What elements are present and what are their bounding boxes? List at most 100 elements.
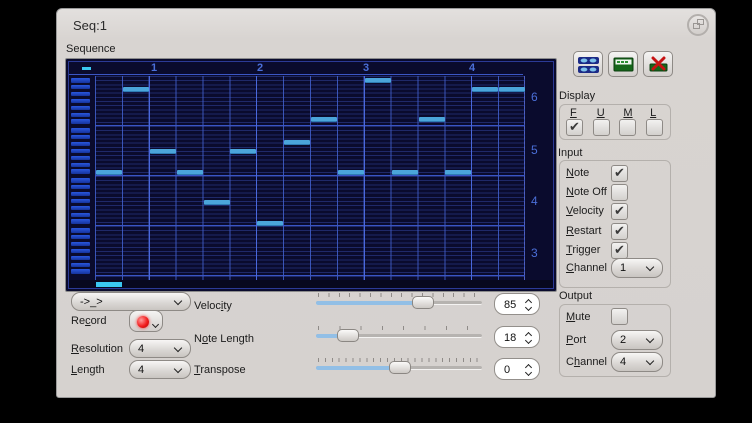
velocity-spin-value: 85 <box>504 299 516 311</box>
input-option-checkbox[interactable]: ✔ <box>611 165 628 182</box>
resolution-value: 4 <box>138 343 144 355</box>
sequence-note[interactable] <box>177 170 203 175</box>
piano-key <box>71 235 90 240</box>
sequence-note[interactable] <box>499 87 525 92</box>
float-window-button[interactable] <box>687 14 709 36</box>
transpose-slider-handle[interactable] <box>389 361 411 374</box>
wave-mode-combo[interactable]: ->_> <box>71 292 191 311</box>
note-length-spin-value: 18 <box>504 332 516 344</box>
sequence-note[interactable] <box>338 170 364 175</box>
spin-down-icon[interactable] <box>525 304 532 311</box>
velocity-spinbox[interactable]: 85 <box>494 293 540 315</box>
input-channel-value: 1 <box>620 262 626 274</box>
resolution-label: Resolution <box>71 343 123 355</box>
record-led-icon <box>137 316 149 328</box>
piano-key <box>71 169 90 174</box>
piano-key <box>71 85 90 90</box>
resolution-combo[interactable]: 4 <box>129 339 191 358</box>
sequence-note[interactable] <box>445 170 471 175</box>
sequence-note[interactable] <box>123 87 149 92</box>
note-length-slider[interactable] <box>316 334 482 338</box>
transpose-slider[interactable] <box>316 366 482 370</box>
restore-icon <box>697 19 704 25</box>
record-button[interactable] <box>129 310 163 332</box>
port-label: Port <box>566 334 586 346</box>
input-option-checkbox[interactable]: ✔ <box>611 223 628 240</box>
input-option-checkbox[interactable] <box>611 184 628 201</box>
note-length-spinbox[interactable]: 18 <box>494 326 540 348</box>
piano-key <box>71 128 90 133</box>
chevron-down-icon <box>174 365 182 373</box>
checkmark-icon: ✔ <box>614 165 625 181</box>
ruler-beat-number: 1 <box>151 62 157 74</box>
velocity-slider-handle[interactable] <box>412 296 434 309</box>
piano-key <box>71 92 90 97</box>
sequence-note[interactable] <box>392 170 418 175</box>
ruler-beat-number: 4 <box>469 62 475 74</box>
display-option-label: M <box>623 107 632 119</box>
display-option-label: L <box>650 107 656 119</box>
velocity-label: Velocity <box>194 300 232 312</box>
display-option-label: F <box>570 107 577 119</box>
octave-label: 4 <box>531 194 538 208</box>
velocity-slider[interactable] <box>316 301 482 305</box>
length-label: Length <box>71 364 105 376</box>
piano-key <box>71 78 90 83</box>
display-option-checkbox[interactable] <box>619 119 636 136</box>
display-option-checkbox[interactable]: ✔ <box>566 119 583 136</box>
piano-key <box>71 113 90 118</box>
keyboard-strip <box>69 76 93 280</box>
sequence-note[interactable] <box>472 87 498 92</box>
display-option-checkbox[interactable] <box>593 119 610 136</box>
sequence-note[interactable] <box>204 200 230 205</box>
output-port-combo[interactable]: 2 <box>611 330 663 350</box>
playback-cursor <box>96 282 122 287</box>
delete-x-icon <box>648 56 670 74</box>
checkmark-icon: ✔ <box>614 242 625 258</box>
input-option-label: Restart <box>566 225 601 237</box>
sequence-note[interactable] <box>257 221 283 226</box>
octave-label: 3 <box>531 246 538 260</box>
piano-key <box>71 185 90 190</box>
sequence-display[interactable]: 1234 6543 <box>65 58 557 292</box>
sequence-display-inner: 1234 6543 <box>69 62 553 288</box>
beat-line <box>149 76 150 280</box>
duplicate-sequence-button[interactable] <box>573 51 603 77</box>
piano-key <box>71 149 90 154</box>
input-option-checkbox[interactable]: ✔ <box>611 242 628 259</box>
transpose-label: Transpose <box>194 364 246 376</box>
sequence-note[interactable] <box>96 170 122 175</box>
sequence-note[interactable] <box>365 78 391 83</box>
spin-down-icon[interactable] <box>525 369 532 376</box>
input-option-label: Velocity <box>566 205 604 217</box>
note-grid[interactable] <box>95 76 525 280</box>
mute-checkbox[interactable] <box>611 308 628 325</box>
sequence-note[interactable] <box>311 117 337 122</box>
title-bar[interactable]: Seq:1 <box>57 9 715 39</box>
sequence-note[interactable] <box>284 140 310 145</box>
sequence-section-label: Sequence <box>66 43 116 55</box>
mute-label: Mute <box>566 311 590 323</box>
sequence-note[interactable] <box>150 149 176 154</box>
length-combo[interactable]: 4 <box>129 360 191 379</box>
record-label: Record <box>71 315 106 327</box>
input-channel-combo[interactable]: 1 <box>611 258 663 278</box>
note-length-slider-handle[interactable] <box>337 329 359 342</box>
display-option-checkbox[interactable] <box>646 119 663 136</box>
rename-sequence-button[interactable] <box>608 51 638 77</box>
transpose-spinbox[interactable]: 0 <box>494 358 540 380</box>
loop-marker <box>82 67 91 70</box>
sequence-note[interactable] <box>230 149 256 154</box>
output-channel-combo[interactable]: 4 <box>611 352 663 372</box>
piano-key <box>71 242 90 247</box>
input-option-checkbox[interactable]: ✔ <box>611 203 628 220</box>
sequence-note[interactable] <box>419 117 445 122</box>
output-channel-label: Channel <box>566 356 607 368</box>
cursor-strip <box>69 280 553 288</box>
piano-key <box>71 106 90 111</box>
spin-down-icon[interactable] <box>525 337 532 344</box>
chevron-down-icon <box>174 344 182 352</box>
seq-module-window: Seq:1 Sequence 1234 6543 ->_ <box>56 8 716 398</box>
piano-key <box>71 269 90 274</box>
delete-sequence-button[interactable] <box>643 51 673 77</box>
